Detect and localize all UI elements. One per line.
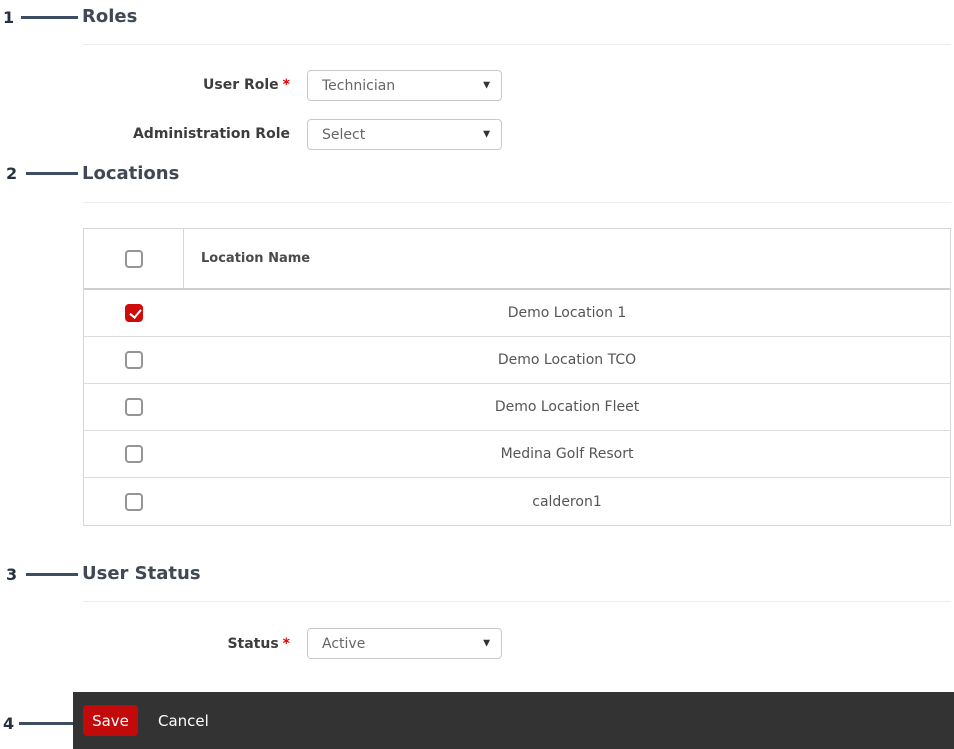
row-checkbox[interactable] [125,445,143,463]
locations-table: Location Name Demo Location 1 Demo Locat… [83,228,951,526]
user-role-selected-value: Technician [322,77,396,94]
callout-number-1: 1 [3,8,15,27]
callout-line-4 [19,722,80,725]
chevron-down-icon: ▼ [483,638,490,648]
row-checkbox[interactable] [125,304,143,322]
callout-number-3: 3 [6,565,18,584]
user-role-label-text: User Role [203,77,279,93]
checkbox-cell [84,478,184,525]
checkbox-cell [84,290,184,336]
section-title-locations: Locations [82,163,180,184]
section-divider [83,202,951,203]
checkbox-cell [84,337,184,383]
checkbox-cell [84,431,184,477]
location-name: Demo Location TCO [497,352,637,368]
table-row: Demo Location 1 [84,290,950,337]
callout-line-1 [21,16,78,19]
column-header-location-name[interactable]: Location Name [184,229,950,288]
required-asterisk: * [282,77,290,93]
locations-table-header: Location Name [84,229,950,290]
user-role-select[interactable]: Technician ▼ [307,70,502,101]
row-checkbox[interactable] [125,351,143,369]
location-name: Demo Location 1 [507,305,627,321]
user-role-label: User Role * [83,77,290,93]
status-label-text: Status [227,636,279,652]
cancel-button[interactable]: Cancel [158,692,209,749]
location-name: calderon1 [532,493,602,510]
section-title-roles: Roles [82,6,138,27]
action-bar: Save Cancel [73,692,954,749]
location-name: Demo Location Fleet [494,399,640,415]
select-all-checkbox[interactable] [124,249,143,268]
row-checkbox[interactable] [125,398,143,416]
table-row: Demo Location TCO [84,337,950,384]
status-select[interactable]: Active ▼ [307,628,502,659]
callout-number-4: 4 [3,714,15,733]
callout-line-3 [26,573,78,576]
table-row: Medina Golf Resort [84,431,950,478]
callout-line-2 [26,172,78,175]
select-all-cell [84,229,184,288]
chevron-down-icon: ▼ [483,129,490,139]
checkbox-cell [84,384,184,430]
callout-number-2: 2 [6,164,18,183]
section-title-user-status: User Status [82,563,201,584]
required-asterisk: * [282,636,290,652]
location-name: Medina Golf Resort [500,446,634,462]
section-divider [83,601,951,602]
administration-role-selected-value: Select [322,126,366,143]
table-row: Demo Location Fleet [84,384,950,431]
chevron-down-icon: ▼ [483,80,490,90]
table-row: calderon1 [84,478,950,525]
row-checkbox[interactable] [125,492,143,511]
status-label: Status * [83,636,290,652]
administration-role-select[interactable]: Select ▼ [307,119,502,150]
administration-role-label: Administration Role [83,126,290,142]
section-divider [83,44,951,45]
save-button[interactable]: Save [83,705,138,736]
administration-role-label-text: Administration Role [132,126,290,142]
status-selected-value: Active [322,635,366,652]
